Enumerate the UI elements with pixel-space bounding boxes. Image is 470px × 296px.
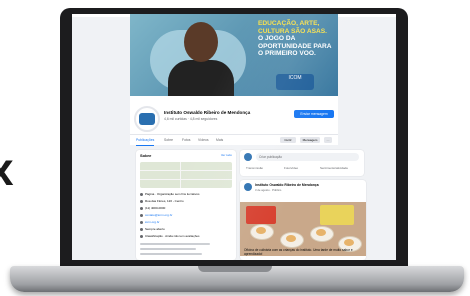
info-address: Rua das Flores, 120 - Centro <box>140 199 184 203</box>
page-avatar[interactable] <box>134 106 160 132</box>
cover-line-5: O PRIMEIRO VOO. <box>258 50 316 58</box>
cover-headline: EDUCAÇÃO, ARTE, CULTURA SÃO ASAS. O JOGO… <box>258 20 336 58</box>
phone-icon <box>140 206 143 210</box>
info-rating-text: Classificação · Ainda não tem avaliações <box>145 234 200 238</box>
laptop-screen: EDUCAÇÃO, ARTE, CULTURA SÃO ASAS. O JOGO… <box>72 14 396 260</box>
map-road <box>180 162 181 188</box>
cover-child-head <box>184 22 218 62</box>
tab-about[interactable]: Sobre <box>164 135 173 145</box>
photo-food <box>316 229 326 236</box>
post-author[interactable]: Instituto Oswaldo Ribeiro de Mendonça <box>255 183 319 187</box>
live-video-action[interactable]: Transmissão <box>246 166 263 170</box>
tab-posts[interactable]: Publicações <box>136 135 155 146</box>
info-website-text: iorm.org.br <box>145 220 160 224</box>
cover-line-3: O JOGO DA <box>258 35 296 43</box>
info-rating: Classificação · Ainda não tem avaliações <box>140 234 200 238</box>
feeling-action[interactable]: Sentimento/atividade <box>320 166 348 170</box>
star-icon <box>140 234 143 238</box>
intro-card: Sobre Ver tudo Página · Organização sem … <box>136 150 236 260</box>
globe-icon <box>140 220 143 224</box>
info-hours: Sempre aberto <box>140 227 165 231</box>
page-title: Instituto Oswaldo Ribeiro de Mendonça <box>164 110 251 115</box>
info-phone-text: (11) 4000-0000 <box>145 206 166 210</box>
create-post-input[interactable]: Criar publicação <box>256 153 359 161</box>
info-hours-text: Sempre aberto <box>145 227 165 231</box>
placeholder-line <box>140 248 196 250</box>
map-road <box>140 170 232 171</box>
photo-food <box>286 235 296 242</box>
post-timestamp[interactable]: 3 de agosto · Público <box>255 188 281 192</box>
photo-video-action[interactable]: Foto/vídeo <box>284 166 298 170</box>
page-tabs: Publicações Sobre Fotos Vídeos Mais Curt… <box>130 134 338 146</box>
post-caption: Oficina de culinária com as crianças do … <box>244 248 353 256</box>
page-stats: 4,6 mil curtidas · 4,8 mil seguidores <box>164 117 218 121</box>
cover-photo[interactable]: EDUCAÇÃO, ARTE, CULTURA SÃO ASAS. O JOGO… <box>130 14 338 96</box>
photo-food <box>344 239 354 246</box>
pin-icon <box>140 199 143 203</box>
photo-red-box <box>246 206 276 224</box>
placeholder-line <box>140 243 210 245</box>
tab-photos[interactable]: Fotos <box>182 135 190 145</box>
info-website[interactable]: iorm.org.br <box>140 220 160 224</box>
cover-logo: ICOM <box>276 74 314 90</box>
photo-food <box>256 227 266 234</box>
map-road <box>140 179 232 180</box>
avatar-logo-icon <box>139 113 155 125</box>
cover-line-2: CULTURA SÃO ASAS. <box>258 27 327 35</box>
mail-icon <box>140 213 143 217</box>
photo-yellow-box <box>320 205 354 225</box>
cover-line-1: EDUCAÇÃO, ARTE, <box>258 20 320 27</box>
info-category: Página · Organização sem fins lucrativos <box>140 192 200 196</box>
placeholder-line <box>140 253 202 255</box>
intro-see-all-link[interactable]: Ver tudo <box>221 153 232 157</box>
location-map[interactable] <box>140 162 232 188</box>
composer-card: Criar publicação Transmissão Foto/vídeo … <box>240 150 364 176</box>
tab-videos[interactable]: Vídeos <box>198 135 209 145</box>
cover-child-body <box>168 60 234 96</box>
info-address-text: Rua das Flores, 120 - Centro <box>145 199 184 203</box>
like-page-button[interactable]: Curtir <box>280 137 296 143</box>
info-email-text: contato@iorm.org.br <box>145 213 173 217</box>
composer-avatar <box>244 153 252 161</box>
tab-more[interactable]: Mais <box>216 135 223 145</box>
cover-line-4: OPORTUNIDADE PARA <box>258 42 332 50</box>
post-avatar[interactable] <box>244 183 252 191</box>
info-phone: (11) 4000-0000 <box>140 206 165 210</box>
send-message-button[interactable]: Enviar mensagem <box>294 110 334 118</box>
info-category-text: Página · Organização sem fins lucrativos <box>145 192 200 196</box>
laptop-notch <box>198 266 272 272</box>
intro-title: Sobre <box>140 153 152 158</box>
more-options-button[interactable]: ··· <box>324 137 332 143</box>
message-page-button[interactable]: Mensagem <box>300 137 320 143</box>
info-icon <box>140 192 143 196</box>
info-email[interactable]: contato@iorm.org.br <box>140 213 172 217</box>
clock-icon <box>140 227 143 231</box>
marker-letter: x <box>0 143 14 195</box>
